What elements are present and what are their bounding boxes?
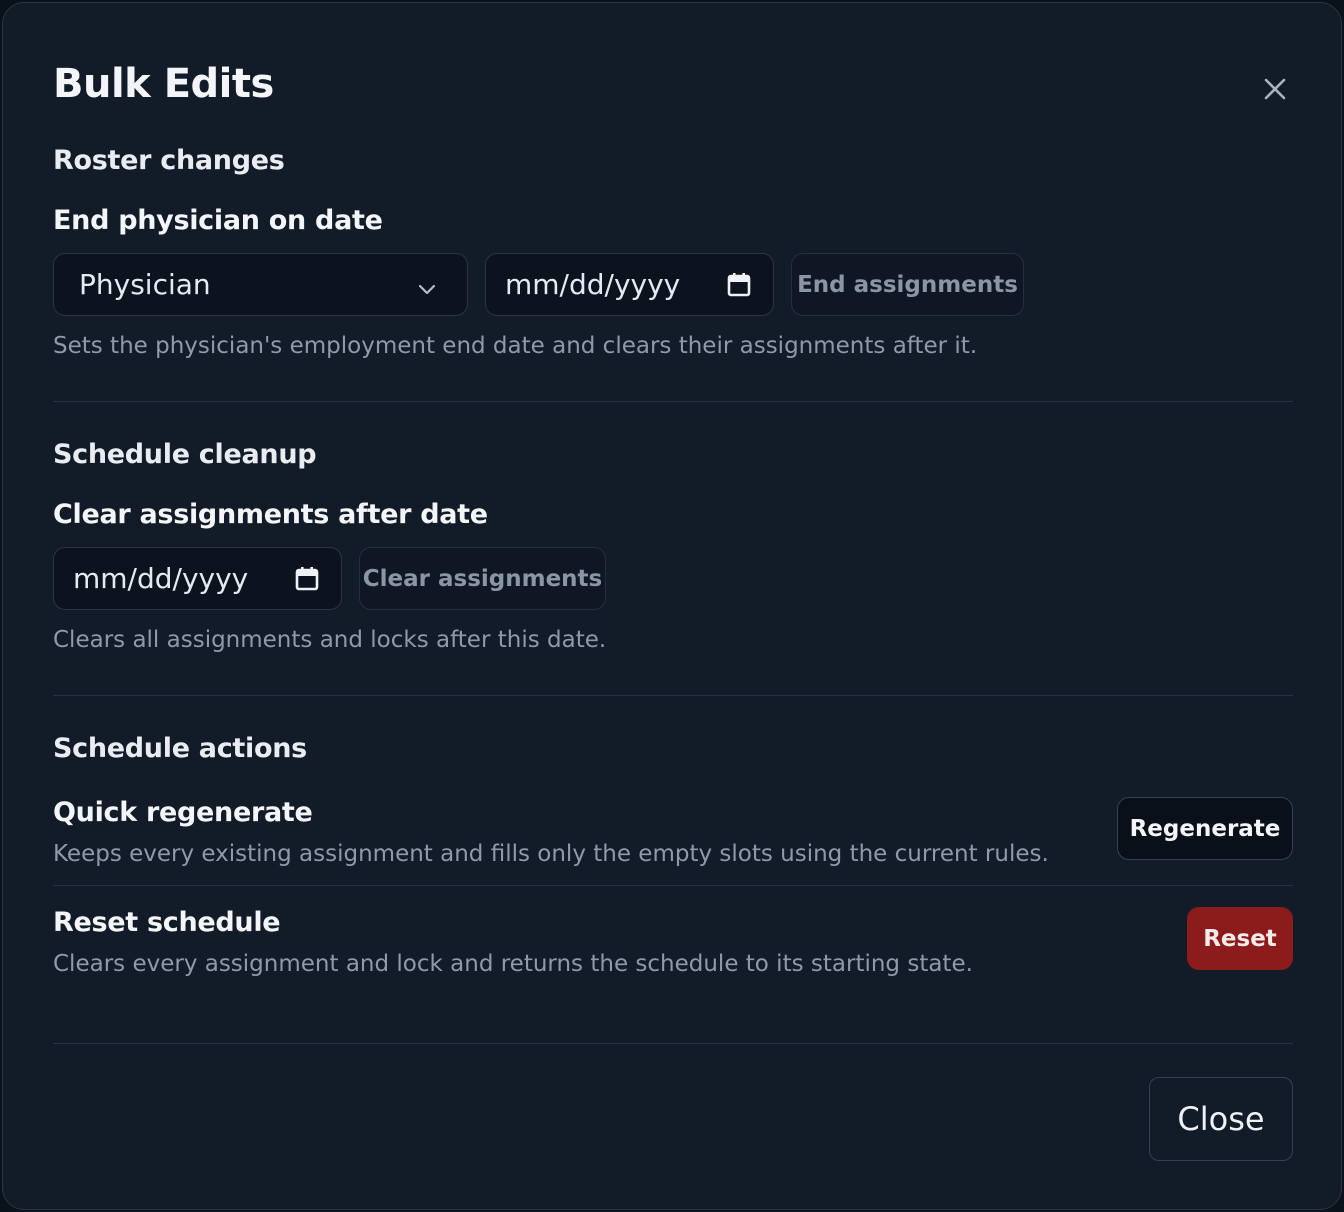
section-divider	[53, 695, 1293, 696]
roster-helper-text: Sets the physician's employment end date…	[53, 333, 978, 359]
cleanup-section-title: Schedule cleanup	[53, 439, 317, 470]
row-divider	[53, 885, 1293, 886]
calendar-icon[interactable]	[294, 565, 320, 600]
clear-assignments-label: Clear assignments after date	[53, 499, 488, 530]
section-divider	[53, 401, 1293, 402]
calendar-icon[interactable]	[726, 271, 752, 306]
physician-select-value: Physician	[79, 268, 211, 301]
quick-regenerate-helper: Keeps every existing assignment and fill…	[53, 841, 1049, 867]
cleanup-helper-text: Clears all assignments and locks after t…	[53, 627, 607, 653]
clear-date-placeholder: mm/dd/yyyy	[73, 562, 249, 595]
clear-assignments-button[interactable]: Clear assignments	[359, 547, 606, 610]
reset-button[interactable]: Reset	[1187, 907, 1293, 970]
reset-schedule-title: Reset schedule	[53, 907, 281, 938]
quick-regenerate-title: Quick regenerate	[53, 797, 313, 828]
roster-section-title: Roster changes	[53, 145, 285, 176]
close-icon[interactable]	[1255, 69, 1295, 109]
end-date-input[interactable]: mm/dd/yyyy	[485, 253, 774, 316]
bulk-edits-dialog: Bulk Edits Roster changes End physician …	[2, 2, 1342, 1210]
chevron-down-icon	[416, 274, 438, 307]
reset-schedule-helper: Clears every assignment and lock and ret…	[53, 951, 973, 977]
footer-divider	[53, 1043, 1293, 1044]
physician-select[interactable]: Physician	[53, 253, 468, 316]
end-assignments-button[interactable]: End assignments	[791, 253, 1024, 316]
close-button[interactable]: Close	[1149, 1077, 1293, 1161]
end-physician-label: End physician on date	[53, 205, 383, 236]
regenerate-button[interactable]: Regenerate	[1117, 797, 1293, 860]
end-date-placeholder: mm/dd/yyyy	[505, 268, 681, 301]
clear-date-input[interactable]: mm/dd/yyyy	[53, 547, 342, 610]
actions-section-title: Schedule actions	[53, 733, 307, 764]
dialog-title: Bulk Edits	[53, 61, 274, 107]
